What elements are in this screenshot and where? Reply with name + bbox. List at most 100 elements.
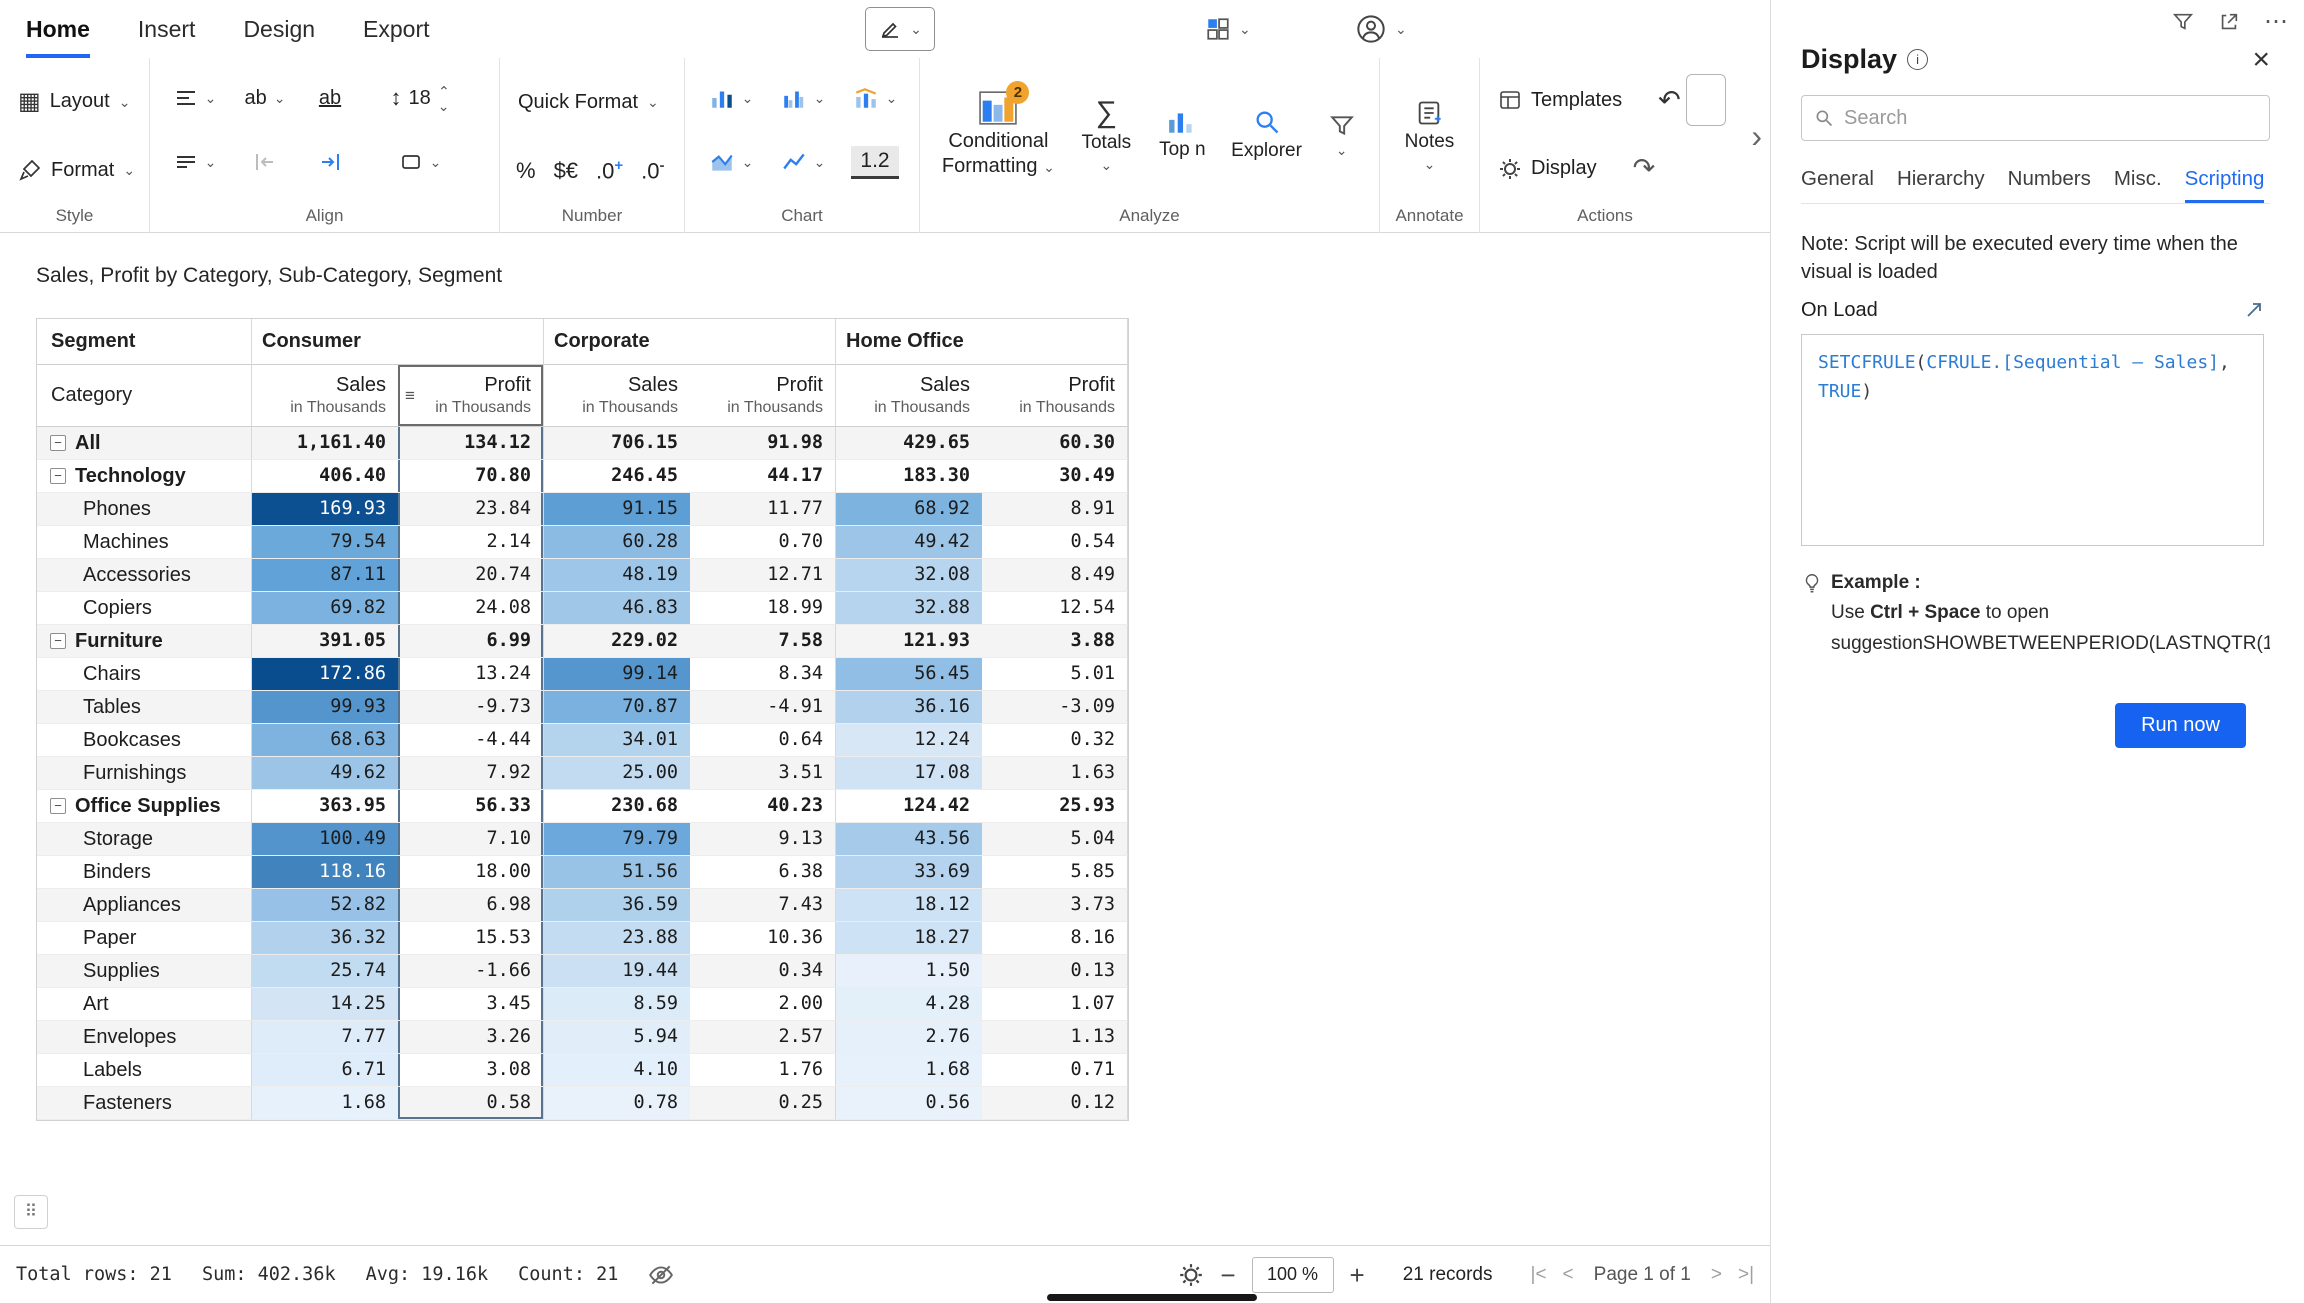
pivot-cell[interactable]: 40.23 [690,790,836,823]
pivot-cell[interactable]: 429.65 [836,427,982,460]
percent-format-button[interactable]: % [516,158,536,184]
pivot-cell[interactable]: 0.78 [544,1087,690,1120]
pivot-row-label[interactable]: Copiers [37,592,252,625]
pivot-cell[interactable]: 3.51 [690,757,836,790]
vertical-align-button[interactable]: ⌄ [174,150,217,174]
pivot-cell[interactable]: 100.49 [252,823,398,856]
pivot-segment-header[interactable]: Corporate [544,319,836,365]
increase-decimal-button[interactable]: .0+ [596,157,623,184]
indent-increase-button[interactable] [318,150,342,174]
pivot-cell[interactable]: 18.12 [836,889,982,922]
pivot-cell[interactable]: 13.24 [398,658,544,691]
expand-editor-icon[interactable] [2244,300,2264,320]
collapse-icon[interactable]: − [50,633,66,649]
pivot-cell[interactable]: 36.59 [544,889,690,922]
more-options-icon[interactable]: ⋯ [2264,10,2288,34]
conditional-formatting-button[interactable]: 2 Conditional Formatting ⌄ [930,91,1067,179]
first-page-button[interactable]: |< [1531,1264,1547,1286]
pivot-cell[interactable]: 36.16 [836,691,982,724]
pivot-cell[interactable]: 33.69 [836,856,982,889]
pivot-cell[interactable]: 60.28 [544,526,690,559]
pivot-cell[interactable]: 99.14 [544,658,690,691]
chevron-down-icon[interactable]: ⌄ [438,99,450,113]
pivot-measure-header-sales[interactable]: Salesin Thousands [836,365,982,427]
pivot-cell[interactable]: 1.13 [982,1021,1128,1054]
pivot-cell[interactable]: 7.58 [690,625,836,658]
pivot-cell[interactable]: 706.15 [544,427,690,460]
pivot-cell[interactable]: 8.16 [982,922,1128,955]
templates-button[interactable]: Templates [1490,82,1630,118]
pivot-cell[interactable]: 12.24 [836,724,982,757]
zoom-out-button[interactable]: − [1220,1262,1235,1288]
pivot-cell[interactable]: 3.26 [398,1021,544,1054]
pivot-cell[interactable]: -3.09 [982,691,1128,724]
pivot-cell[interactable]: 183.30 [836,460,982,493]
ribbon-tab-export[interactable]: Export [363,0,429,58]
pivot-cell[interactable]: 7.10 [398,823,544,856]
pivot-cell[interactable]: 121.93 [836,625,982,658]
pivot-cell[interactable]: 391.05 [252,625,398,658]
pivot-segment-header[interactable]: Home Office [836,319,1128,365]
pivot-cell[interactable]: -1.66 [398,955,544,988]
pivot-measure-header-sales[interactable]: Salesin Thousands [544,365,690,427]
pivot-row-label[interactable]: Fasteners [37,1087,252,1120]
grouped-chart-button[interactable]: ⌄ [781,85,826,111]
pivot-measure-header-profit[interactable]: Profitin Thousands [690,365,836,427]
pivot-cell[interactable]: 0.71 [982,1054,1128,1087]
text-case-button[interactable]: ab ⌄ [245,87,286,110]
pivot-row-label[interactable]: −Furniture [37,625,252,658]
pivot-cell[interactable]: 0.25 [690,1087,836,1120]
pivot-cell[interactable]: 19.44 [544,955,690,988]
number-format-1-2-button[interactable]: 1.2 [851,146,898,179]
pivot-cell[interactable]: 79.54 [252,526,398,559]
pivot-row-label[interactable]: Storage [37,823,252,856]
info-icon[interactable]: i [1907,49,1928,70]
pivot-cell[interactable]: 48.19 [544,559,690,592]
pivot-cell[interactable]: 70.80 [398,460,544,493]
pivot-row-label[interactable]: Envelopes [37,1021,252,1054]
script-editor[interactable]: SETCFRULE(CFRULE.[Sequential – Sales],TR… [1801,334,2264,546]
pivot-cell[interactable]: 6.38 [690,856,836,889]
totals-button[interactable]: ∑ Totals ⌄ [1071,98,1142,172]
pivot-cell[interactable]: 2.76 [836,1021,982,1054]
ribbon-tab-home[interactable]: Home [26,0,90,58]
pivot-cell[interactable]: 52.82 [252,889,398,922]
pivot-row-label[interactable]: Binders [37,856,252,889]
chevron-up-icon[interactable]: ⌄ [438,84,450,98]
pivot-cell[interactable]: -4.91 [690,691,836,724]
pivot-row-label[interactable]: Furnishings [37,757,252,790]
pivot-row-label[interactable]: Supplies [37,955,252,988]
pivot-cell[interactable]: 2.00 [690,988,836,1021]
indent-decrease-button[interactable] [253,150,277,174]
pivot-cell[interactable]: 0.32 [982,724,1128,757]
pivot-cell[interactable]: 5.04 [982,823,1128,856]
pivot-segment-header[interactable]: Consumer [252,319,544,365]
pivot-cell[interactable]: 0.54 [982,526,1128,559]
pivot-cell[interactable]: 118.16 [252,856,398,889]
pivot-cell[interactable]: 0.70 [690,526,836,559]
pivot-cell[interactable]: 44.17 [690,460,836,493]
ribbon-tab-design[interactable]: Design [243,0,315,58]
pivot-cell[interactable]: 32.08 [836,559,982,592]
pivot-cell[interactable]: 6.99 [398,625,544,658]
font-size-stepper[interactable]: ↕ 18 ⌄ ⌄ [391,84,450,113]
pivot-row-label[interactable]: −Office Supplies [37,790,252,823]
pivot-cell[interactable]: 23.84 [398,493,544,526]
pivot-cell[interactable]: 6.98 [398,889,544,922]
pivot-cell[interactable]: 0.34 [690,955,836,988]
pivot-cell[interactable]: 169.93 [252,493,398,526]
pivot-cell[interactable]: 5.01 [982,658,1128,691]
pivot-cell[interactable]: 8.34 [690,658,836,691]
pivot-cell[interactable]: 99.93 [252,691,398,724]
collapse-icon[interactable]: − [50,468,66,484]
pivot-cell[interactable]: 134.12 [398,427,544,460]
top-n-button[interactable]: Top n [1146,109,1219,161]
pivot-row-label[interactable]: Art [37,988,252,1021]
search-input[interactable] [1844,107,2257,130]
pivot-cell[interactable]: 0.12 [982,1087,1128,1120]
collapse-icon[interactable]: − [50,798,66,814]
pivot-cell[interactable]: 0.13 [982,955,1128,988]
currency-format-button[interactable]: $€ [554,158,578,184]
pivot-cell[interactable]: 1.63 [982,757,1128,790]
pivot-cell[interactable]: 60.30 [982,427,1128,460]
